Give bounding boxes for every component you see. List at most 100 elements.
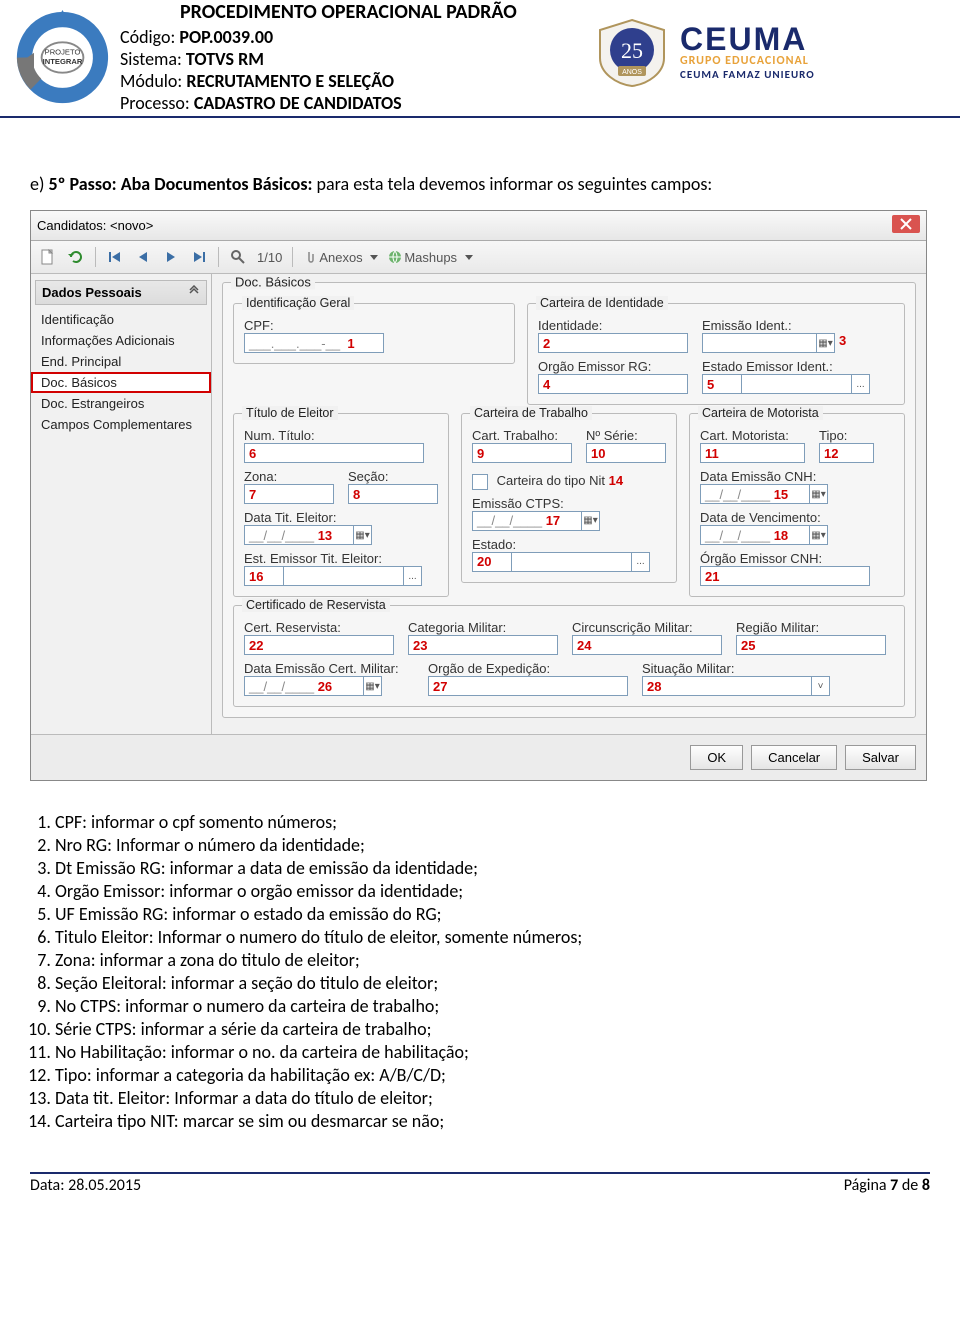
footer-date-label: Data: bbox=[30, 1176, 68, 1195]
legend-item: Dt Emissão RG: informar a data de emissã… bbox=[55, 857, 930, 879]
calendar-icon[interactable]: ▦▾ bbox=[582, 511, 600, 531]
input-data-venc[interactable]: __/__/____ 18 bbox=[700, 525, 810, 545]
input-n-serie[interactable]: 10 bbox=[586, 443, 666, 463]
chevron-down-icon[interactable]: ˅ bbox=[812, 676, 830, 696]
group-cart-motorista: Carteira de Motorista bbox=[698, 406, 823, 420]
form-doc-basicos: Doc. Básicos Identificação Geral CPF: __… bbox=[212, 274, 926, 734]
label-cart-trabalho: Cart. Trabalho: bbox=[472, 428, 572, 443]
salvar-button[interactable]: Salvar bbox=[845, 745, 916, 770]
sistema-value: TOTVS RM bbox=[186, 48, 264, 70]
input-circ-militar[interactable]: 24 bbox=[572, 635, 722, 655]
sidebar-item-end-principal[interactable]: End. Principal bbox=[31, 351, 211, 372]
label-orgao-cnh: Órgão Emissor CNH: bbox=[700, 551, 894, 566]
label-cert-reserv: Cert. Reservista: bbox=[244, 620, 394, 635]
label-data-tit-eleitor: Data Tit. Eleitor: bbox=[244, 510, 438, 525]
input-cat-militar[interactable]: 23 bbox=[408, 635, 558, 655]
footer-date-value: 28.05.2015 bbox=[68, 1176, 141, 1195]
label-zona: Zona: bbox=[244, 469, 334, 484]
sidebar-item-identificacao[interactable]: Identificação bbox=[31, 309, 211, 330]
group-titulo-eleitor: Título de Eleitor bbox=[242, 406, 338, 420]
sidebar-item-info-adicionais[interactable]: Informações Adicionais bbox=[31, 330, 211, 351]
codigo-value: POP.0039.00 bbox=[179, 26, 273, 48]
sidebar-item-doc-estrangeiros[interactable]: Doc. Estrangeiros bbox=[31, 393, 211, 414]
input-num-titulo[interactable]: 6 bbox=[244, 443, 424, 463]
lookup-icon[interactable]: ... bbox=[632, 552, 650, 572]
input-secao[interactable]: 8 bbox=[348, 484, 438, 504]
input-est-emissor-tit-desc[interactable] bbox=[284, 566, 404, 586]
lookup-icon[interactable]: ... bbox=[404, 566, 422, 586]
legend-item: No CTPS: informar o numero da carteira d… bbox=[55, 995, 930, 1017]
group-reservista: Certificado de Reservista bbox=[242, 598, 390, 612]
input-orgao-exped[interactable]: 27 bbox=[428, 676, 628, 696]
calendar-icon[interactable]: ▦▾ bbox=[810, 484, 828, 504]
checkbox-carteira-nit[interactable] bbox=[472, 474, 488, 490]
input-emissao-ident[interactable] bbox=[702, 333, 817, 353]
sistema-label: Sistema: bbox=[120, 48, 186, 70]
legend-item: CPF: informar o cpf somento números; bbox=[55, 811, 930, 833]
label-cat-militar: Categoria Militar: bbox=[408, 620, 558, 635]
app-window: Candidatos: <novo> 1/10 Anexo bbox=[30, 210, 927, 781]
input-estado-cod[interactable]: 20 bbox=[472, 552, 512, 572]
processo-label: Processo: bbox=[120, 92, 194, 114]
label-orgao-rg: Orgão Emissor RG: bbox=[538, 359, 688, 374]
calendar-icon[interactable]: ▦▾ bbox=[817, 333, 835, 353]
lookup-icon[interactable]: ... bbox=[852, 374, 870, 394]
input-est-emissor-tit-cod[interactable]: 16 bbox=[244, 566, 284, 586]
legend-item: Zona: informar a zona do titulo de eleit… bbox=[55, 949, 930, 971]
label-data-emissao-cert: Data Emissão Cert. Militar: bbox=[244, 661, 414, 676]
search-icon[interactable] bbox=[229, 248, 247, 266]
close-icon[interactable] bbox=[892, 215, 920, 236]
svg-text:INTEGRAR: INTEGRAR bbox=[43, 57, 83, 66]
input-estado-emissor-desc[interactable] bbox=[742, 374, 852, 394]
label-estado-emissor: Estado Emissor Ident.: bbox=[702, 359, 892, 374]
input-cert-reserv[interactable]: 22 bbox=[244, 635, 394, 655]
mashups-menu[interactable]: Mashups bbox=[388, 250, 472, 265]
input-cpf[interactable]: ___.___.___-__ 1 bbox=[244, 333, 384, 353]
group-cart-trabalho: Carteira de Trabalho bbox=[470, 406, 592, 420]
anexos-menu[interactable]: Anexos bbox=[303, 250, 378, 265]
label-estado: Estado: bbox=[472, 537, 666, 552]
prev-icon[interactable] bbox=[134, 248, 152, 266]
input-cart-trabalho[interactable]: 9 bbox=[472, 443, 572, 463]
refresh-icon[interactable] bbox=[67, 248, 85, 266]
first-icon[interactable] bbox=[106, 248, 124, 266]
label-emissao-ctps: Emissão CTPS: bbox=[472, 496, 666, 511]
logo-ceuma: CEUMA GRUPO EDUCACIONAL CEUMA FAMAZ UNIE… bbox=[680, 25, 940, 81]
label-data-venc: Data de Vencimento: bbox=[700, 510, 894, 525]
sidebar-header[interactable]: Dados Pessoais bbox=[35, 280, 207, 305]
label-circ-militar: Circunscrição Militar: bbox=[572, 620, 722, 635]
new-icon[interactable] bbox=[39, 248, 57, 266]
select-sit-militar[interactable]: 28 bbox=[642, 676, 812, 696]
cancelar-button[interactable]: Cancelar bbox=[751, 745, 837, 770]
calendar-icon[interactable]: ▦▾ bbox=[810, 525, 828, 545]
input-data-emissao-cert[interactable]: __/__/____ 26 bbox=[244, 676, 364, 696]
sidebar: Dados Pessoais Identificação Informações… bbox=[31, 274, 212, 734]
legend-item: No Habilitação: informar o no. da cartei… bbox=[55, 1041, 930, 1063]
footer-page-label: Página bbox=[844, 1176, 890, 1195]
input-tipo[interactable]: 12 bbox=[819, 443, 874, 463]
input-estado-emissor-cod[interactable]: 5 bbox=[702, 374, 742, 394]
svg-text:PROJETO: PROJETO bbox=[45, 48, 81, 57]
sidebar-item-campos-compl[interactable]: Campos Complementares bbox=[31, 414, 211, 435]
legend-item: Tipo: informar a categoria da habilitaçã… bbox=[55, 1064, 930, 1086]
last-icon[interactable] bbox=[190, 248, 208, 266]
next-icon[interactable] bbox=[162, 248, 180, 266]
label-est-emissor-tit: Est. Emissor Tit. Eleitor: bbox=[244, 551, 438, 566]
input-emissao-ctps[interactable]: __/__/____ 17 bbox=[472, 511, 582, 531]
calendar-icon[interactable]: ▦▾ bbox=[354, 525, 372, 545]
sidebar-item-doc-basicos[interactable]: Doc. Básicos bbox=[31, 372, 211, 393]
input-orgao-cnh[interactable]: 21 bbox=[700, 566, 870, 586]
label-data-emissao-cnh: Data Emissão CNH: bbox=[700, 469, 894, 484]
input-regiao-militar[interactable]: 25 bbox=[736, 635, 886, 655]
ok-button[interactable]: OK bbox=[690, 745, 743, 770]
calendar-icon[interactable]: ▦▾ bbox=[364, 676, 382, 696]
group-cart-ident: Carteira de Identidade bbox=[536, 296, 668, 310]
input-estado-desc[interactable] bbox=[512, 552, 632, 572]
input-zona[interactable]: 7 bbox=[244, 484, 334, 504]
input-data-emissao-cnh[interactable]: __/__/____ 15 bbox=[700, 484, 810, 504]
input-data-tit-eleitor[interactable]: __/__/____ 13 bbox=[244, 525, 354, 545]
input-identidade[interactable]: 2 bbox=[538, 333, 688, 353]
legend-item: Data tit. Eleitor: Informar a data do tí… bbox=[55, 1087, 930, 1109]
input-orgao-rg[interactable]: 4 bbox=[538, 374, 688, 394]
input-cart-motorista[interactable]: 11 bbox=[700, 443, 805, 463]
